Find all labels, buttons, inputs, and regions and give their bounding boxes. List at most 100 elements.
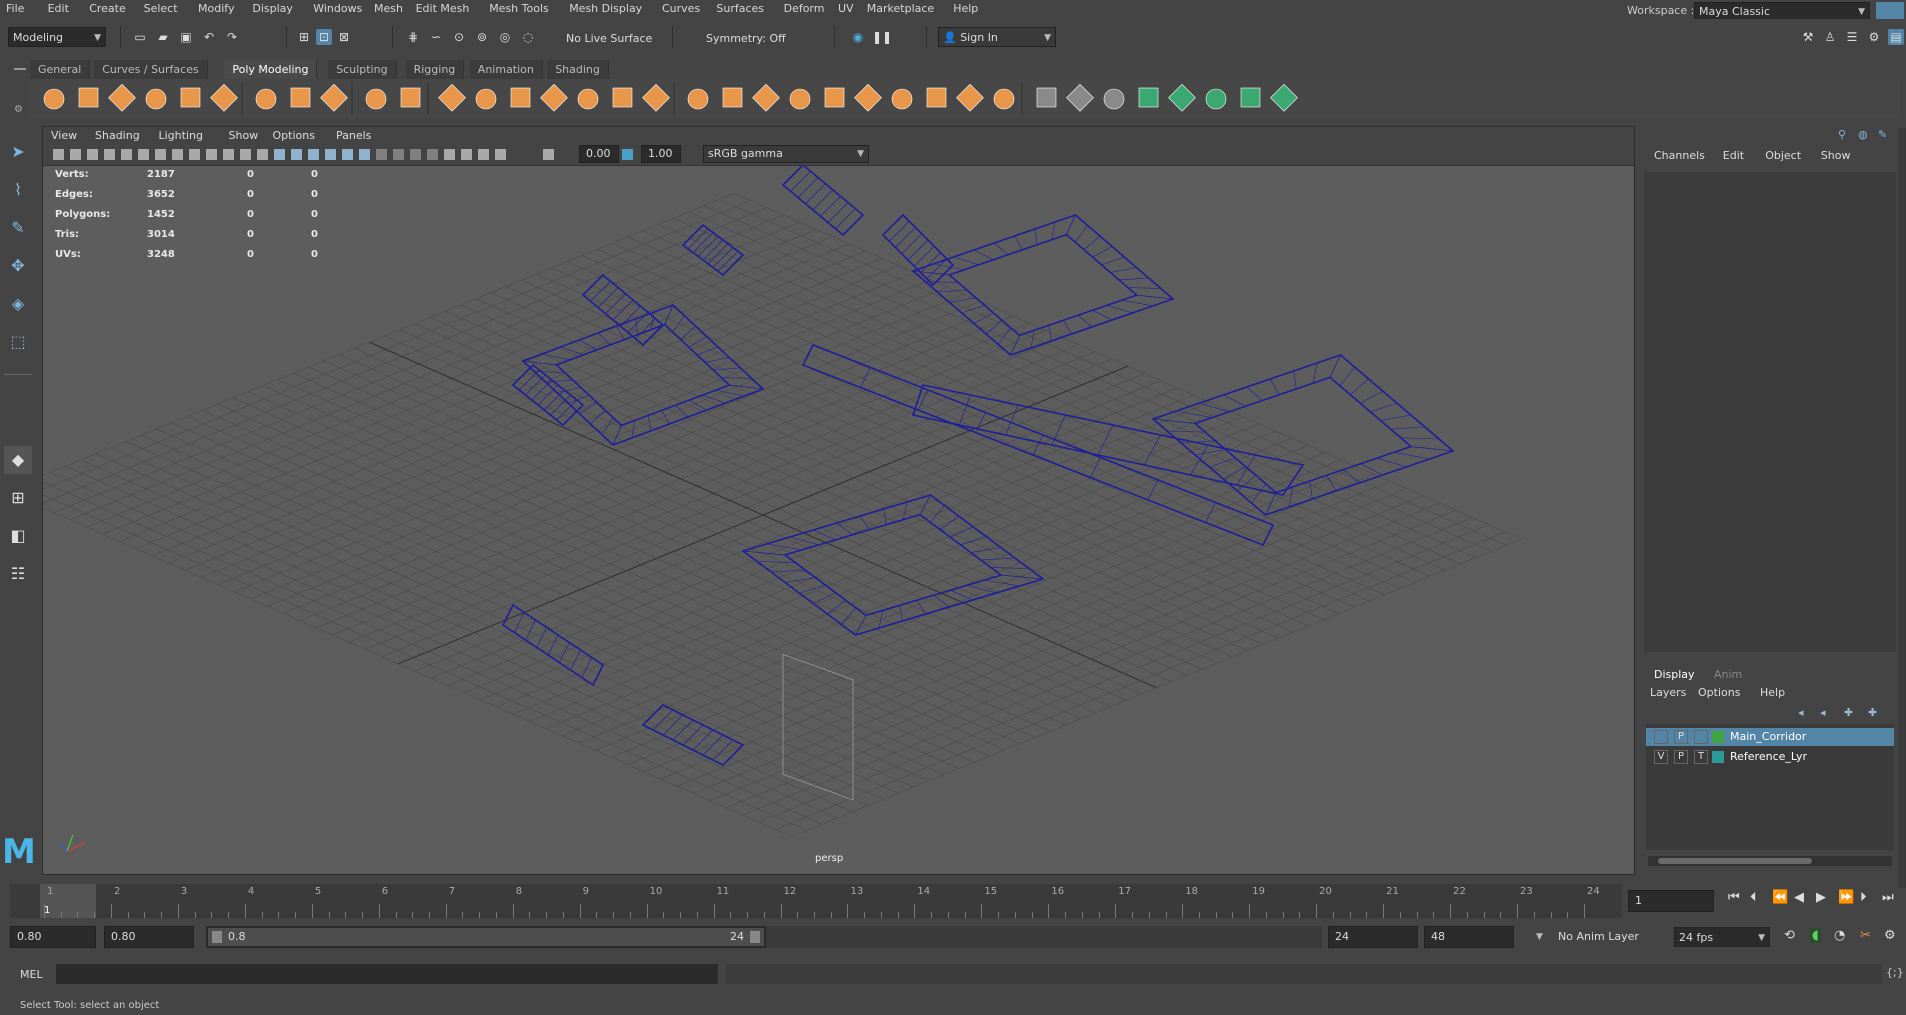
resolution-gate-icon[interactable] bbox=[189, 149, 200, 160]
wireframe-icon[interactable] bbox=[274, 149, 285, 160]
layer-template-toggle[interactable] bbox=[1694, 730, 1708, 744]
playback-start-field[interactable]: 0.80 bbox=[104, 926, 194, 948]
layer-color-swatch[interactable] bbox=[1712, 731, 1724, 743]
move-layer-up-icon[interactable]: ◂ bbox=[1798, 706, 1804, 719]
four-view-icon[interactable]: ⊞ bbox=[4, 484, 32, 512]
channel-box-icon[interactable]: ▤ bbox=[1888, 29, 1904, 45]
layer-name[interactable]: Reference_Lyr bbox=[1730, 748, 1807, 766]
shelf-uv-unfold-icon[interactable] bbox=[1138, 87, 1159, 108]
humanik-icon[interactable]: ♙ bbox=[1822, 29, 1838, 45]
open-scene-icon[interactable]: ▰ bbox=[155, 29, 171, 45]
modeling-toolkit-icon[interactable]: ⚒ bbox=[1800, 29, 1816, 45]
tab-curves-surfaces[interactable]: Curves / Surfaces bbox=[94, 60, 208, 79]
layer-row[interactable]: V P T Reference_Lyr bbox=[1646, 748, 1894, 766]
piece-tee[interactable] bbox=[641, 704, 745, 766]
piece-corner-1[interactable] bbox=[681, 223, 745, 277]
isolate-select-icon[interactable] bbox=[444, 149, 455, 160]
viewport-menu-options[interactable]: Options bbox=[273, 129, 315, 142]
menu-marketplace[interactable]: Marketplace bbox=[867, 2, 934, 15]
range-handle-start[interactable] bbox=[212, 931, 222, 943]
shelf-disc-icon[interactable] bbox=[255, 88, 277, 110]
film-gate-icon[interactable] bbox=[172, 149, 183, 160]
exposure-toggle-icon[interactable] bbox=[543, 149, 554, 160]
snap-surface-icon[interactable]: ◎ bbox=[497, 29, 513, 45]
tab-anim[interactable]: Anim bbox=[1714, 668, 1742, 681]
shelf-cone-icon[interactable] bbox=[145, 88, 167, 110]
shelf-make-hole-icon[interactable] bbox=[824, 87, 845, 108]
shelf-super-shape-icon[interactable] bbox=[320, 83, 348, 112]
menu-mesh-display[interactable]: Mesh Display bbox=[569, 2, 642, 15]
workspace-dropdown[interactable]: Maya Classic ▼ bbox=[1694, 2, 1870, 20]
channel-box-list[interactable] bbox=[1644, 172, 1896, 652]
menu-mesh[interactable]: Mesh bbox=[374, 2, 403, 15]
piece-corner-3[interactable] bbox=[511, 363, 585, 427]
current-frame-field[interactable]: 1 bbox=[1628, 890, 1714, 912]
motion-blur-icon[interactable] bbox=[393, 149, 404, 160]
select-hierarchy-icon[interactable]: ⊞ bbox=[296, 29, 312, 45]
xray-icon[interactable] bbox=[461, 149, 472, 160]
snap-view-icon[interactable]: ⊚ bbox=[474, 29, 490, 45]
menu-help[interactable]: Help bbox=[953, 2, 978, 15]
two-view-icon[interactable]: ◧ bbox=[4, 522, 32, 550]
camera-attributes-icon[interactable] bbox=[70, 149, 81, 160]
shelf-platonic-icon[interactable] bbox=[290, 87, 311, 108]
range-slider[interactable]: 0.8 24 bbox=[206, 926, 766, 948]
bookmarks-icon[interactable] bbox=[87, 149, 98, 160]
fps-dropdown[interactable]: 24 fps ▼ bbox=[1674, 927, 1770, 947]
new-layer-selected-icon[interactable]: ✚ bbox=[1868, 706, 1877, 719]
scrollbar-thumb[interactable] bbox=[1658, 858, 1812, 864]
shelf-sweep-icon[interactable] bbox=[365, 88, 387, 110]
snap-grid-icon[interactable]: ⋕ bbox=[405, 29, 421, 45]
shelf-append-icon[interactable] bbox=[612, 87, 633, 108]
corridor-loop-b[interactable] bbox=[911, 214, 1175, 356]
depth-of-field-icon[interactable] bbox=[427, 149, 438, 160]
viewport-menu-view[interactable]: View bbox=[51, 129, 77, 142]
corridor-bridge[interactable] bbox=[911, 384, 1305, 496]
shelf-extrude-icon[interactable] bbox=[642, 83, 670, 112]
shelf-cylinder-icon[interactable] bbox=[108, 83, 136, 112]
paint-select-tool-icon[interactable]: ✎ bbox=[4, 214, 32, 242]
piece-straight[interactable] bbox=[501, 603, 605, 687]
menu-edit[interactable]: Edit bbox=[48, 2, 69, 15]
shelf-sew-icon[interactable] bbox=[1240, 87, 1261, 108]
viewport-menu-shading[interactable]: Shading bbox=[95, 129, 140, 142]
scale-tool-icon[interactable]: ⬚ bbox=[4, 328, 32, 356]
time-slider[interactable]: 1 1 2 3 4 5 6 7 8 9 10 11 12 13 14 15 16 17 18 19 20 21 22 23 2… bbox=[10, 884, 1622, 918]
shelf-plane-icon[interactable] bbox=[210, 83, 238, 112]
tab-rigging[interactable]: Rigging bbox=[405, 60, 465, 79]
layer-playback-toggle[interactable]: P bbox=[1674, 750, 1688, 764]
ambient-occlusion-icon[interactable] bbox=[376, 149, 387, 160]
xray-active-icon[interactable] bbox=[495, 149, 506, 160]
channelbox-menu-object[interactable]: Object bbox=[1765, 149, 1801, 162]
gamma-field[interactable]: 1.00 bbox=[641, 145, 681, 163]
viewport-menu-panels[interactable]: Panels bbox=[336, 129, 371, 142]
symmetry-label[interactable]: Symmetry: Off bbox=[706, 32, 786, 45]
loop-icon[interactable]: ⟲ bbox=[1784, 928, 1795, 943]
range-handle-end[interactable] bbox=[750, 931, 760, 943]
tool-settings-icon[interactable]: ⚙ bbox=[1866, 29, 1882, 45]
anim-layer-dropdown[interactable]: ▼ No Anim Layer bbox=[1534, 927, 1658, 947]
menu-mesh-tools[interactable]: Mesh Tools bbox=[489, 2, 549, 15]
safe-title-icon[interactable] bbox=[257, 149, 268, 160]
viewport-menu-lighting[interactable]: Lighting bbox=[159, 129, 203, 142]
menu-deform[interactable]: Deform bbox=[784, 2, 825, 15]
safe-action-icon[interactable] bbox=[240, 149, 251, 160]
shelf-multi-cut-icon[interactable] bbox=[854, 83, 882, 112]
shelf-separate-icon[interactable] bbox=[438, 83, 466, 112]
field-chart-icon[interactable] bbox=[223, 149, 234, 160]
shelf-fill-hole-icon[interactable] bbox=[722, 87, 743, 108]
menu-windows[interactable]: Windows bbox=[313, 2, 362, 15]
shadows-icon[interactable] bbox=[359, 149, 370, 160]
shelf-mirror-icon[interactable] bbox=[1103, 88, 1125, 110]
textured-icon[interactable] bbox=[325, 149, 336, 160]
move-layer-down-icon[interactable]: ◂ bbox=[1820, 706, 1826, 719]
menu-uv[interactable]: UV bbox=[838, 2, 854, 15]
smooth-shade-icon[interactable] bbox=[291, 149, 302, 160]
options-menu[interactable]: Options bbox=[1698, 686, 1740, 699]
use-lights-icon[interactable] bbox=[342, 149, 353, 160]
tab-display[interactable]: Display bbox=[1654, 668, 1695, 681]
color-space-dropdown[interactable]: sRGB gamma ▼ bbox=[703, 145, 869, 163]
range-slider-bar[interactable]: 0.8 24 bbox=[208, 928, 764, 946]
layer-editor-toggle-icon[interactable]: ◍ bbox=[1858, 128, 1868, 141]
sign-in-dropdown[interactable]: 👤 Sign In ▼ bbox=[938, 27, 1056, 47]
